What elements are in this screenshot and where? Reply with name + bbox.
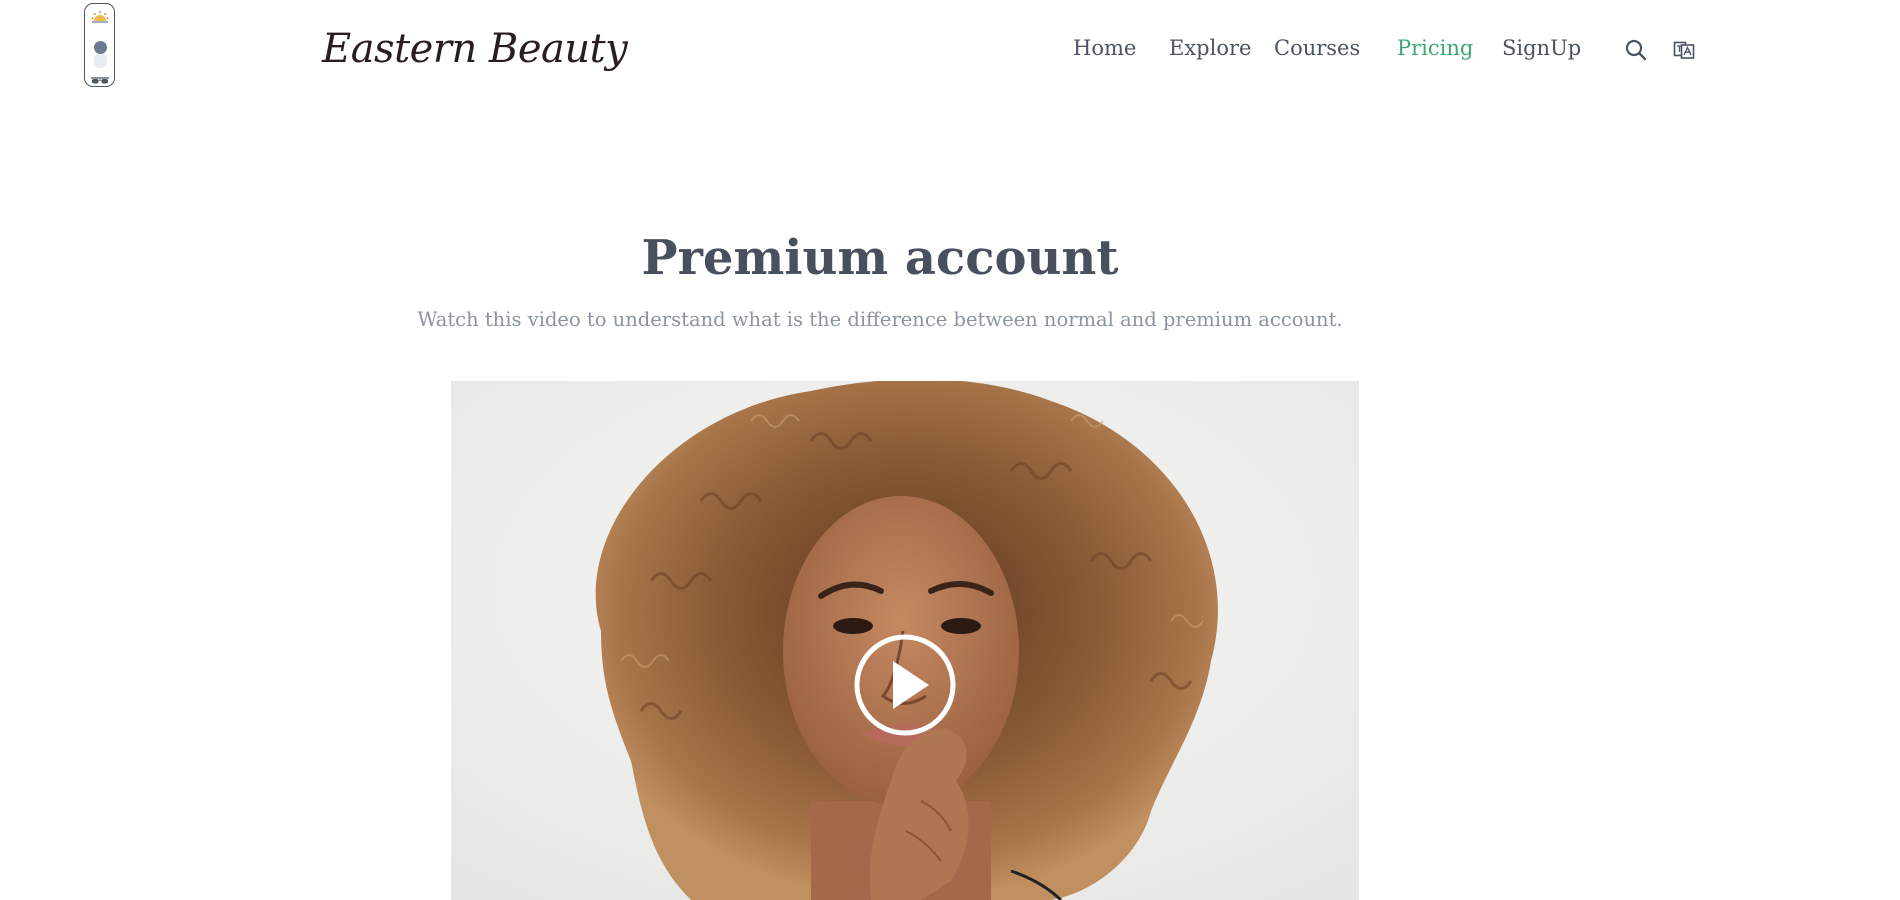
sun-icon — [91, 11, 109, 23]
nav-explore[interactable]: Explore — [1169, 36, 1251, 60]
search-icon[interactable] — [1624, 38, 1648, 62]
nav-pricing[interactable]: Pricing — [1397, 36, 1473, 60]
page-title: Premium account — [641, 230, 1119, 286]
main-nav: Home Explore Courses Pricing SignUp — [0, 36, 1900, 66]
sunglasses-icon — [91, 77, 109, 84]
page-subtitle: Watch this video to understand what is t… — [417, 308, 1343, 331]
video-player[interactable] — [451, 381, 1359, 900]
translate-icon[interactable] — [1672, 38, 1696, 62]
nav-signup[interactable]: SignUp — [1502, 36, 1581, 60]
play-icon[interactable] — [853, 633, 957, 737]
nav-home[interactable]: Home — [1073, 36, 1136, 60]
nav-courses[interactable]: Courses — [1274, 36, 1360, 60]
